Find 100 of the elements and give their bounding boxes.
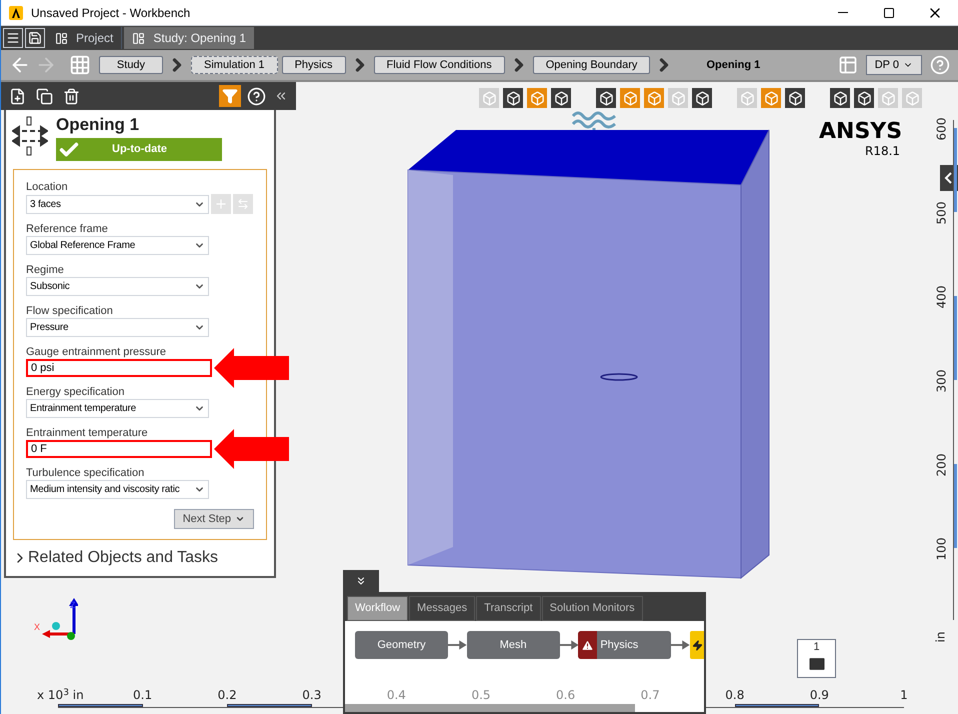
dock-tab[interactable]: Solution Monitors (542, 596, 643, 621)
dropdown-field[interactable]: 3 faces (26, 194, 209, 214)
field-label: Energy specification (26, 385, 126, 399)
breadcrumb-item[interactable]: Simulation 1 (191, 56, 278, 74)
connector-arrow (671, 640, 690, 650)
field-label: Entrainment temperature (26, 426, 149, 440)
cube-icon (598, 90, 614, 106)
breadcrumb-item[interactable]: Study (99, 56, 163, 74)
axis-triad-drawing (40, 598, 78, 642)
ruler-label: 100 (933, 538, 950, 560)
ruler-label: 0.9 (810, 687, 829, 704)
ruler-label: 300 (933, 370, 950, 392)
caret-icon (235, 514, 245, 524)
dropdown-field[interactable]: Medium intensity and viscosity ratic (26, 480, 209, 499)
breadcrumb-item[interactable]: Fluid Flow Conditions (374, 56, 505, 74)
layout-icon (132, 32, 146, 44)
view-tool-button[interactable] (551, 88, 571, 108)
view-tool-button[interactable] (854, 88, 874, 108)
ruler-label: 0.5 (471, 687, 491, 704)
message-count: 1 (813, 641, 820, 654)
logo-text: ANSYS (819, 120, 902, 144)
version-text: R18.1 (865, 144, 900, 158)
field-label: Location (26, 180, 69, 194)
field-label: Gauge entrainment pressure (26, 345, 168, 359)
ruler-label: 0.8 (725, 687, 744, 704)
cube-icon (832, 90, 848, 106)
workflow-node[interactable]: Mesh (466, 631, 560, 659)
field-label: Regime (26, 263, 65, 277)
cube-icon (554, 90, 568, 106)
dock-tab[interactable]: Transcript (476, 596, 541, 621)
connector-arrow (448, 640, 467, 650)
cube-icon (622, 90, 638, 106)
ruler-label: 0.7 (640, 687, 660, 704)
breadcrumb-item[interactable]: Opening Boundary (532, 56, 650, 74)
dock-collapse-tab[interactable] (343, 570, 379, 592)
cube-icon (856, 90, 872, 106)
menu-icon (6, 31, 20, 45)
ruler-label: 400 (933, 286, 950, 308)
field-label: Flow specification (26, 304, 114, 318)
ruler-label: 0.4 (386, 687, 406, 704)
cube-icon (694, 90, 710, 106)
view-tool-button[interactable] (596, 88, 616, 108)
status-text: Up-to-date (112, 142, 167, 158)
layout-icon (55, 32, 68, 44)
plus-icon (214, 197, 228, 211)
help-icon[interactable] (247, 86, 266, 106)
dock-tab[interactable]: Messages (409, 596, 476, 621)
cube-icon (904, 90, 920, 106)
collapse-icon (355, 575, 367, 587)
input-field[interactable]: 0 F (26, 440, 212, 458)
breadcrumb-item[interactable]: Physics (282, 56, 346, 74)
next-step-button[interactable]: Next Step (174, 509, 254, 529)
dropdown-field[interactable]: Subsonic (26, 277, 209, 296)
cube-icon (482, 90, 496, 106)
axis-label: X (34, 620, 40, 634)
ruler-label: 500 (933, 202, 950, 224)
dropdown-field[interactable]: Pressure (26, 318, 209, 337)
menu-button[interactable] (3, 28, 23, 48)
filter-button[interactable] (219, 85, 241, 107)
panel-title: Opening 1 (56, 114, 140, 136)
connector-arrow (560, 640, 578, 650)
workflow-node[interactable] (690, 631, 704, 659)
cube-icon (506, 90, 520, 106)
warning-icon (581, 638, 594, 652)
app-tab[interactable]: Study: Opening 1 (124, 27, 254, 49)
horizontal-scrollbar[interactable] (345, 704, 635, 712)
dropdown-field[interactable]: Global Reference Frame (26, 236, 209, 255)
breadcrumb-current: Opening 1 (706, 58, 760, 73)
save-icon (28, 31, 42, 45)
dropdown-field[interactable]: Entrainment temperature (26, 399, 209, 418)
message-badge[interactable]: 1 (797, 639, 836, 678)
ruler-unit: in (932, 632, 948, 642)
view-tool-button[interactable] (785, 88, 805, 108)
arrow-icon (214, 429, 289, 469)
new-file-icon[interactable] (9, 88, 26, 104)
cube-icon (670, 90, 686, 106)
view-tool-button[interactable] (503, 88, 523, 108)
related-objects-toggle[interactable]: Related Objects and Tasks (12, 546, 218, 570)
cube-icon (764, 90, 778, 106)
maximize-icon (883, 6, 895, 18)
cube-icon (530, 90, 544, 106)
trash-icon[interactable] (63, 88, 80, 104)
view-tool-button[interactable] (692, 88, 712, 108)
save-button[interactable] (25, 28, 45, 48)
arrow-icon (214, 348, 289, 388)
view-tool-button[interactable] (830, 88, 850, 108)
ruler-label: 600 (933, 118, 950, 140)
input-field[interactable]: 0 psi (26, 359, 212, 377)
ruler-unit: x 10$^{3}$ in (37, 686, 84, 704)
ruler-label: 0.1 (133, 687, 152, 704)
workflow-node[interactable]: Geometry (355, 631, 448, 659)
copy-icon[interactable] (36, 88, 53, 104)
design-point-dropdown[interactable]: DP 0 (866, 55, 922, 75)
lightning-icon (692, 640, 703, 650)
opening-boundary-icon (12, 116, 48, 156)
cube-icon (788, 90, 802, 106)
filter-icon (222, 88, 238, 104)
ruler-label: 0.6 (556, 687, 576, 704)
window-title: Unsaved Project - Workbench (31, 4, 190, 22)
workflow-node[interactable]: Physics (578, 631, 672, 659)
